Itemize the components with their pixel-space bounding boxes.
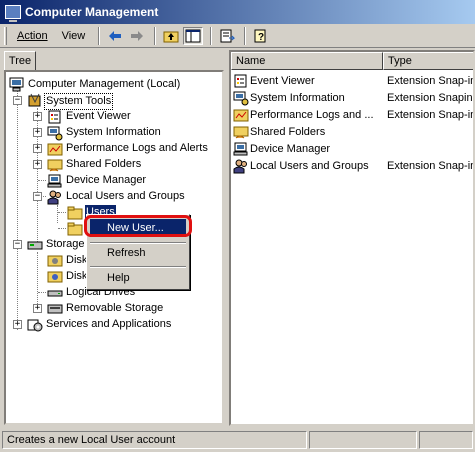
computer-icon xyxy=(5,5,21,22)
tree-item-disk-defrag[interactable]: Disk xyxy=(65,269,88,284)
computer-management-window: Computer Management Action View ? Tree C… xyxy=(0,0,475,452)
tree-line xyxy=(38,180,46,181)
help-icon[interactable]: ? xyxy=(251,27,271,45)
view-menu[interactable]: View xyxy=(56,28,92,44)
export-list-icon[interactable] xyxy=(217,27,237,45)
expand-icon[interactable]: + xyxy=(33,144,42,153)
list-item-name: Device Manager xyxy=(250,143,331,155)
column-header-type[interactable]: Type xyxy=(383,52,473,70)
device-manager-icon xyxy=(233,142,248,156)
tree-item-shared-folders[interactable]: Shared Folders xyxy=(65,157,142,172)
forward-arrow-icon[interactable] xyxy=(127,27,147,45)
tree-item-event-viewer[interactable]: Event Viewer xyxy=(65,109,132,124)
window-title: Computer Management xyxy=(25,5,159,19)
tree-line xyxy=(57,205,58,223)
pane-splitter[interactable] xyxy=(224,50,228,426)
tree-root-label[interactable]: Computer Management (Local) xyxy=(27,77,181,92)
toolbar-separator-4 xyxy=(244,26,247,45)
tree-item-performance-logs[interactable]: Performance Logs and Alerts xyxy=(65,141,209,156)
column-header-name[interactable]: Name xyxy=(231,52,383,70)
collapse-icon[interactable]: − xyxy=(33,192,42,201)
tree-item-system-tools[interactable]: System Tools xyxy=(44,93,114,110)
list-item-type: Extension Snapin xyxy=(387,92,473,104)
tab-tree[interactable]: Tree xyxy=(4,51,36,71)
list-item[interactable]: System Information Extension Snapin xyxy=(231,90,473,107)
status-bar: Creates a new Local User account xyxy=(0,428,475,452)
event-viewer-icon xyxy=(234,74,247,88)
up-folder-icon[interactable] xyxy=(161,27,181,45)
list-item[interactable]: Event Viewer Extension Snap-in xyxy=(231,73,475,90)
device-manager-icon xyxy=(47,174,62,188)
tree-line xyxy=(38,292,46,293)
list-item-name: Shared Folders xyxy=(250,126,326,138)
menu-item-help[interactable]: Help xyxy=(90,269,186,287)
tree-item-removable-storage[interactable]: Removable Storage xyxy=(65,301,164,316)
list-item-name: System Information xyxy=(250,92,345,104)
system-information-icon xyxy=(233,91,249,106)
svg-text:?: ? xyxy=(258,32,264,43)
expand-icon[interactable]: + xyxy=(33,304,42,313)
collapse-icon[interactable]: − xyxy=(13,240,22,249)
tree-line xyxy=(58,228,66,229)
status-panel-2 xyxy=(309,431,417,449)
event-viewer-icon xyxy=(48,110,61,124)
tree-line xyxy=(17,90,18,330)
back-arrow-icon[interactable] xyxy=(105,27,125,45)
status-text: Creates a new Local User account xyxy=(2,431,307,449)
list-item-name: Performance Logs and ... xyxy=(250,109,374,121)
disk-icon xyxy=(47,255,63,267)
expand-icon[interactable]: + xyxy=(33,128,42,137)
tree-item-storage[interactable]: Storage xyxy=(45,237,86,252)
performance-icon xyxy=(47,143,63,156)
drive-icon xyxy=(47,290,63,297)
services-icon xyxy=(27,319,43,332)
users-icon xyxy=(233,159,247,174)
disk-icon xyxy=(47,271,63,283)
users-icon xyxy=(47,190,61,205)
expand-icon[interactable]: + xyxy=(33,160,42,169)
list-item-type: Extension Snap-in xyxy=(387,109,475,121)
tree-line xyxy=(58,212,66,213)
list-item[interactable]: Local Users and Groups Extension Snap-in xyxy=(231,158,475,175)
title-bar[interactable]: Computer Management xyxy=(0,0,475,24)
list-pane[interactable]: Name Type Event Viewer Extension Snap-in S… xyxy=(229,50,475,426)
shared-folders-icon xyxy=(233,126,249,139)
toolbar-separator-3 xyxy=(210,26,213,45)
collapse-icon[interactable]: − xyxy=(13,96,22,105)
folder-icon xyxy=(67,206,83,220)
tree-item-system-information[interactable]: System Information xyxy=(65,125,162,140)
show-tree-icon[interactable] xyxy=(183,26,204,45)
list-item[interactable]: Shared Folders xyxy=(231,124,473,141)
list-item-type: Extension Snap-in xyxy=(387,75,475,87)
menu-separator xyxy=(90,266,186,268)
toolbar-grip[interactable] xyxy=(4,26,7,45)
tree-item-services-applications[interactable]: Services and Applications xyxy=(45,317,172,332)
folder-icon xyxy=(67,222,83,236)
computer-icon xyxy=(9,77,24,92)
removable-storage-icon xyxy=(47,304,63,314)
toolbar-separator xyxy=(98,26,101,45)
system-tools-icon xyxy=(28,93,41,107)
tree-item-disk-cleanup[interactable]: Disk xyxy=(65,253,88,268)
list-item[interactable]: Device Manager xyxy=(231,141,473,158)
tree-item-device-manager[interactable]: Device Manager xyxy=(65,173,147,188)
expand-icon[interactable]: + xyxy=(13,320,22,329)
list-item[interactable]: Performance Logs and ... Extension Snap-i… xyxy=(231,107,475,124)
highlight-callout xyxy=(84,215,192,237)
action-menu[interactable]: Action xyxy=(11,28,54,44)
status-panel-3 xyxy=(419,431,473,449)
toolbar: Action View ? xyxy=(0,24,475,48)
storage-icon xyxy=(27,241,43,250)
list-item-name: Local Users and Groups xyxy=(250,160,369,172)
menu-item-refresh[interactable]: Refresh xyxy=(90,244,186,262)
performance-icon xyxy=(233,109,249,122)
system-information-icon xyxy=(47,126,63,141)
shared-folders-icon xyxy=(47,159,63,172)
list-item-type: Extension Snap-in xyxy=(387,160,475,172)
toolbar-separator-2 xyxy=(154,26,157,45)
tree-item-local-users-groups[interactable]: Local Users and Groups xyxy=(65,189,186,204)
expand-icon[interactable]: + xyxy=(33,112,42,121)
list-item-name: Event Viewer xyxy=(250,75,315,87)
